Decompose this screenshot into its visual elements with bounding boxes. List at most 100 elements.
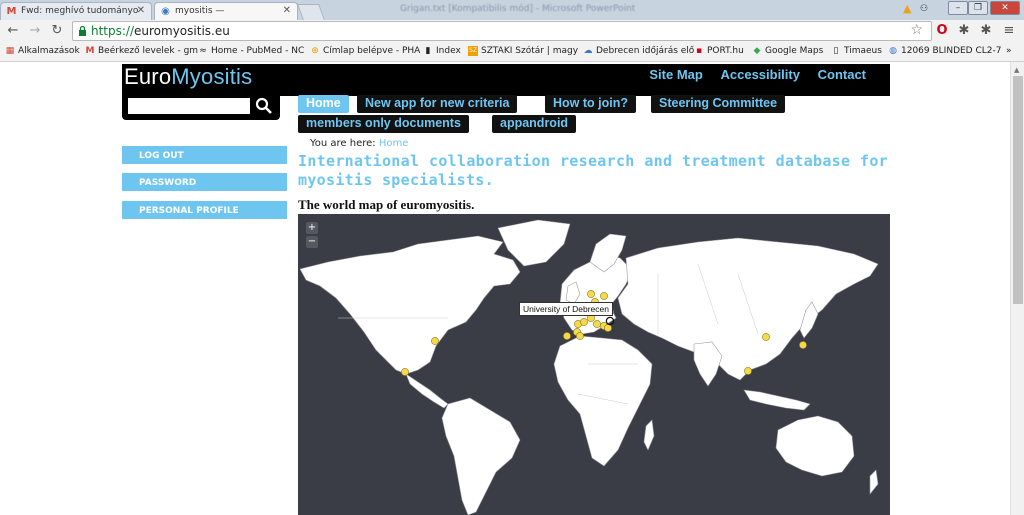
tab-title: Fwd: meghívó tudományo [21,6,139,16]
map-tooltip: University of Debrecen [519,302,613,316]
map-marker[interactable] [600,292,608,300]
tab-gmail[interactable]: M Fwd: meghívó tudományo ✕ [0,2,152,20]
globe-icon: ◍ [889,46,897,56]
menu-icon[interactable]: ≡ [1000,22,1018,40]
new-zealand-landmass [869,469,879,495]
breadcrumb: You are here: Home [310,138,408,149]
password-button[interactable]: PASSWORD [122,173,287,191]
warning-icon[interactable]: ▲ [903,2,911,15]
bookmarks-more-button[interactable]: » [1006,46,1012,56]
bookmark-label: Google Maps [765,46,824,56]
site-logo[interactable]: EuroMyositis [124,64,252,90]
africa-landmass [553,335,653,467]
page-tagline: International collaboration research and… [298,152,888,189]
australia-landmass [775,415,855,477]
world-map-svg [299,219,879,515]
browser-tab-bar: M Fwd: meghívó tudományo ✕ ◉ myositis — … [0,0,1024,20]
menu-how-to-join[interactable]: How to join? [545,95,636,113]
user-icon[interactable]: ⚇ [920,4,928,14]
extension-icon[interactable]: ✱ [955,22,973,40]
map-marker[interactable] [799,341,807,349]
map-marker[interactable] [593,320,601,328]
doc-icon: ▯ [833,46,839,56]
world-map[interactable]: + − University of Debrecen [298,214,890,515]
apps-icon: ▦ [5,46,15,56]
reload-icon[interactable]: ↻ [48,22,66,40]
tab-close-icon[interactable]: ✕ [283,5,291,16]
opera-icon[interactable]: O [933,22,951,40]
scroll-up-icon[interactable]: ▲ [1014,66,1019,74]
map-marker[interactable] [587,290,595,298]
madagascar-landmass [643,419,655,451]
tab-close-icon[interactable]: ✕ [137,5,145,16]
bookmark-label: SZTAKI Szótár | magy [481,46,579,56]
search-icon[interactable] [254,96,274,116]
maximize-icon[interactable]: ❐ [968,1,988,15]
scroll-thumb[interactable] [1013,76,1023,304]
bookmark-star-icon[interactable]: ☆ [910,22,923,38]
bookmark-item[interactable]: ⊕ Címlap belépve - PHA [310,46,420,56]
forward-icon[interactable]: → [26,22,44,40]
menu-new-app[interactable]: New app for new criteria [357,95,518,113]
menu-home[interactable]: Home [298,95,349,113]
bookmark-item[interactable]: ▦ Alkalmazások [5,46,80,56]
personal-profile-button[interactable]: PERSONAL PROFILE [122,201,287,219]
bookmark-label: Alkalmazások [18,46,80,56]
maps-icon: ◆ [753,46,761,56]
menu-appandroid[interactable]: appandroid [492,115,577,133]
extension-icon-2[interactable]: ✱ [977,22,995,40]
nav-site-map[interactable]: Site Map [649,67,702,82]
weather-icon: ☁ [583,46,593,56]
address-bar[interactable]: https://euromyositis.eu ☆ [72,21,932,41]
asia-landmass [617,237,879,381]
logout-button[interactable]: LOG OUT [122,146,287,164]
bookmark-label: Timaeus [844,46,882,56]
map-marker[interactable] [576,332,584,340]
bookmark-item[interactable]: ▮ Index [423,46,461,56]
map-marker[interactable] [563,332,571,340]
zoom-in-button[interactable]: + [306,222,318,234]
search-input[interactable] [128,98,250,114]
back-icon[interactable]: ← [4,22,22,40]
pubmed-icon: ≈ [199,46,207,56]
browser-toolbar: ← → ↻ https://euromyositis.eu ☆ O ✱ ✱ ≡ [0,20,1024,42]
url-text: https://euromyositis.eu [91,24,230,38]
menu-steering-committee[interactable]: Steering Committee [651,95,786,113]
bookmark-item[interactable]: M Beérkező levelek - gm [85,46,199,56]
map-marker[interactable] [762,333,770,341]
bookmark-item[interactable]: SZ SZTAKI Szótár | magy [468,46,578,56]
close-window-icon[interactable]: ✕ [990,1,1020,15]
zoom-out-button[interactable]: − [306,236,318,248]
new-tab-button[interactable] [297,4,325,20]
logo-text-euro: Euro [124,64,172,89]
bookmark-item[interactable]: ▯ Timaeus [831,46,882,56]
indonesia-landmass [743,389,811,411]
window-title: Grigan.txt [Kompatibilis mód] - Microsof… [400,4,636,14]
bookmark-item[interactable]: ◍ 12069 BLINDED CL2-7 [888,46,1001,56]
map-marker[interactable] [744,367,752,375]
bookmark-label: Index [436,46,461,56]
bookmark-item[interactable]: ≈ Home - PubMed - NC [198,46,304,56]
map-marker[interactable] [604,324,612,332]
bookmark-label: 12069 BLINDED CL2-7 [901,46,1002,56]
bookmark-item[interactable]: ◆ Google Maps [752,46,824,56]
nav-contact[interactable]: Contact [818,67,866,82]
bookmark-item[interactable]: ▪ PORT.hu [694,46,744,56]
bookmark-label: Címlap belépve - PHA [323,46,421,56]
plus-icon: ⊕ [311,46,319,56]
bookmark-label: Home - PubMed - NC [211,46,305,56]
central-america-landmass [405,373,449,409]
menu-members-documents[interactable]: members only documents [298,115,469,133]
tab-myositis[interactable]: ◉ myositis — ✕ [154,2,298,20]
url-host: euromyositis.eu [134,24,230,38]
breadcrumb-home-link[interactable]: Home [379,138,409,149]
breadcrumb-prefix: You are here: [310,138,376,149]
search-box [122,94,280,120]
map-marker[interactable] [431,337,439,345]
minimize-icon[interactable]: – [948,1,968,15]
page-scrollbar[interactable]: ▲ [1010,62,1024,515]
nav-accessibility[interactable]: Accessibility [720,67,800,82]
map-marker[interactable] [401,368,409,376]
map-marker[interactable] [580,318,588,326]
bookmark-item[interactable]: ☁ Debrecen időjárás elő [583,46,695,56]
